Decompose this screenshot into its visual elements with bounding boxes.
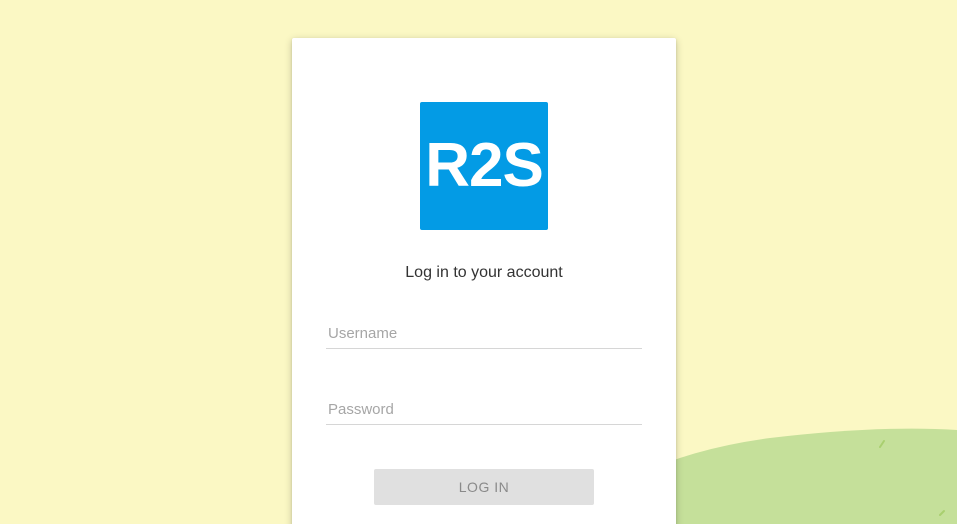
- login-card: R2S Log in to your account LOG IN: [292, 38, 676, 524]
- username-input[interactable]: [326, 319, 642, 349]
- password-input[interactable]: [326, 395, 642, 425]
- login-button[interactable]: LOG IN: [374, 469, 594, 505]
- logo-text: R2S: [425, 131, 544, 200]
- login-heading: Log in to your account: [405, 264, 563, 281]
- r2s-logo: R2S: [420, 102, 548, 230]
